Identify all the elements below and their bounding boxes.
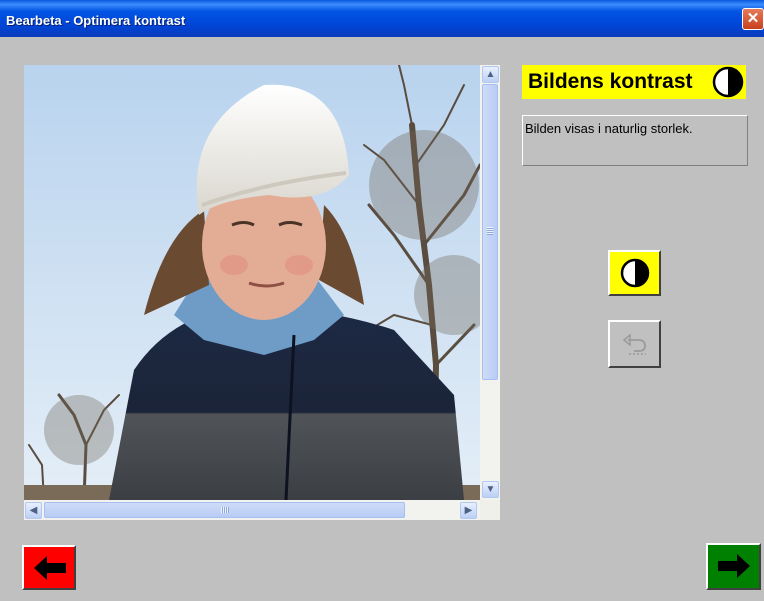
image-viewer: ▲ ▼ ◀ ▶ <box>24 65 500 520</box>
window-title: Bearbeta - Optimera kontrast <box>6 13 186 28</box>
close-button[interactable]: ✕ <box>742 8 764 30</box>
scroll-right-button[interactable]: ▶ <box>460 502 477 519</box>
undo-icon <box>622 333 646 355</box>
arrow-left-icon <box>34 556 66 580</box>
chevron-up-icon: ▲ <box>485 69 496 80</box>
vertical-scrollbar[interactable]: ▲ ▼ <box>480 65 500 500</box>
scroll-up-button[interactable]: ▲ <box>482 66 499 83</box>
chevron-down-icon: ▼ <box>485 484 496 495</box>
info-text: Bilden visas i naturlig storlek. <box>525 121 693 136</box>
horizontal-scrollbar[interactable]: ◀ ▶ <box>24 500 480 520</box>
undo-button[interactable] <box>608 320 661 368</box>
grip-icon <box>487 227 493 235</box>
scrollbar-corner <box>480 500 500 520</box>
contrast-icon <box>620 258 650 288</box>
grip-icon <box>221 507 229 513</box>
title-bar: Bearbeta - Optimera kontrast ✕ <box>0 0 764 37</box>
close-icon: ✕ <box>746 10 760 27</box>
photo <box>24 65 480 500</box>
next-button[interactable] <box>706 543 761 590</box>
vertical-scroll-thumb[interactable] <box>482 84 498 380</box>
chevron-right-icon: ▶ <box>464 505 473 516</box>
scroll-left-button[interactable]: ◀ <box>25 502 42 519</box>
back-button[interactable] <box>22 545 76 590</box>
panel-heading-text: Bildens kontrast <box>528 70 693 93</box>
scroll-down-button[interactable]: ▼ <box>482 481 499 498</box>
photo-girl-white-hat-icon <box>24 65 480 500</box>
horizontal-scroll-thumb[interactable] <box>44 502 405 518</box>
chevron-left-icon: ◀ <box>29 505 38 516</box>
optimize-contrast-button[interactable] <box>608 250 661 296</box>
info-box: Bilden visas i naturlig storlek. <box>522 115 748 166</box>
contrast-icon <box>712 66 744 103</box>
arrow-right-icon <box>718 554 750 578</box>
panel-heading: Bildens kontrast <box>522 65 746 99</box>
